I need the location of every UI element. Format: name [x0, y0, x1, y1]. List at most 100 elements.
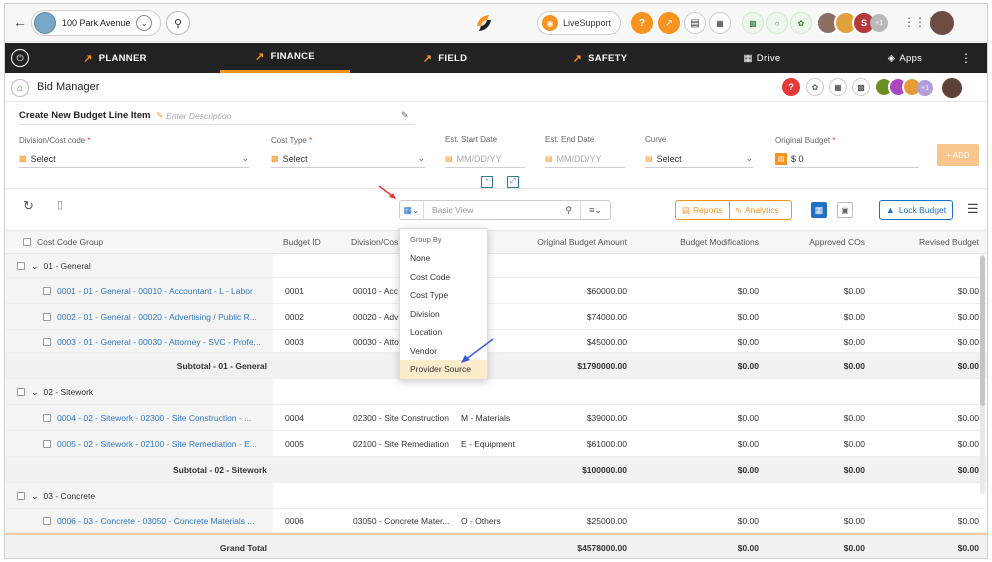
- profile-avatar[interactable]: [942, 78, 962, 98]
- lock-budget-button[interactable]: ▲ Lock Budget: [879, 200, 953, 220]
- row-checkbox[interactable]: [17, 262, 25, 270]
- back-arrow-icon[interactable]: ←: [13, 14, 27, 30]
- pencil-icon[interactable]: ✎: [401, 110, 409, 121]
- refresh-icon[interactable]: ↻: [23, 198, 34, 214]
- search-icon[interactable]: ⚲: [565, 205, 572, 216]
- column-header-approved-cos[interactable]: Approved COs: [765, 232, 865, 252]
- chevron-down-icon[interactable]: ⌄: [31, 387, 39, 398]
- column-header-original-budget[interactable]: Original Budget Amount: [505, 232, 627, 252]
- budget-id: 0003: [285, 336, 304, 347]
- curve-select[interactable]: ▤ Select ⌄: [645, 150, 753, 168]
- help-icon[interactable]: ?: [631, 12, 653, 34]
- project-selector[interactable]: 100 Park Avenue ⌄: [31, 10, 161, 36]
- row-checkbox[interactable]: [43, 440, 51, 448]
- tab-apps[interactable]: ◈ Apps: [875, 43, 935, 73]
- view-selector[interactable]: ▦⌄ Basic View ⚲ ≡⌄: [399, 200, 611, 220]
- group-label[interactable]: ⌄ 02 - Sitework: [17, 379, 93, 405]
- subtotal-label: Subtotal - 01 - General: [176, 361, 267, 371]
- column-header-budget-modifications[interactable]: Budget Modifications: [625, 232, 759, 252]
- tab-planner[interactable]: ↗ PLANNER: [65, 43, 165, 73]
- column-header-division[interactable]: Division/Cos: [351, 232, 398, 252]
- group-row[interactable]: ⌄ 03 - Concrete: [5, 483, 987, 509]
- spreadsheet-icon[interactable]: ▩: [742, 12, 764, 34]
- original-budget-input[interactable]: ▤ $ 0: [775, 150, 919, 168]
- dropdown-option-cost-code[interactable]: Cost Code: [400, 268, 487, 287]
- chat-icon[interactable]: ○: [766, 12, 788, 34]
- group-row[interactable]: ⌄ 02 - Sitework: [5, 379, 987, 405]
- costtype-select[interactable]: ▩ Select ⌄: [271, 150, 425, 168]
- column-header-revised-budget[interactable]: Revised Budget: [871, 232, 979, 252]
- cost-code-link[interactable]: 0002 - 01 - General - 00020 - Advertisin…: [43, 304, 267, 330]
- livesupport-icon: ◉: [542, 15, 558, 31]
- delete-icon[interactable]: ▯: [57, 198, 63, 211]
- cost-code-link[interactable]: 0005 - 02 - Sitework - 02100 - Site Reme…: [43, 431, 267, 457]
- table-row[interactable]: 0005 - 02 - Sitework - 02100 - Site Reme…: [5, 431, 987, 457]
- dropdown-option-cost-type[interactable]: Cost Type: [400, 286, 487, 305]
- row-checkbox[interactable]: [43, 287, 51, 295]
- table-row[interactable]: 0001 - 01 - General - 00010 - Accountant…: [5, 278, 987, 304]
- end-date-input[interactable]: ▤ MM/DD/YY: [545, 150, 625, 168]
- group-label[interactable]: ⌄ 01 - General: [17, 254, 91, 278]
- trend-icon[interactable]: ↗: [658, 12, 680, 34]
- table-row[interactable]: 0002 - 01 - General - 00020 - Advertisin…: [5, 304, 987, 330]
- scrollbar-thumb[interactable]: [980, 256, 985, 406]
- row-checkbox[interactable]: [43, 313, 51, 321]
- collapse-icon[interactable]: ⌃: [481, 176, 493, 188]
- filter-icon[interactable]: ≡⌄: [580, 201, 610, 219]
- table-view-icon[interactable]: ▦: [811, 202, 827, 218]
- chevron-down-icon[interactable]: ⌄: [31, 261, 39, 272]
- column-header-cost-code-group[interactable]: Cost Code Group: [23, 232, 103, 252]
- expand-icon[interactable]: ⤢: [507, 176, 519, 188]
- calendar-icon: ▤: [545, 154, 553, 163]
- group-label[interactable]: ⌄ 03 - Concrete: [17, 483, 95, 509]
- profile-avatar[interactable]: [930, 11, 954, 35]
- more-menu-icon[interactable]: ⋮: [960, 51, 972, 65]
- start-date-input[interactable]: ▤ MM/DD/YY: [445, 150, 525, 168]
- chevron-down-icon: ⌄: [417, 153, 425, 163]
- card-view-icon[interactable]: ▣: [837, 202, 853, 218]
- cost-code-link[interactable]: 0004 - 02 - Sitework - 02300 - Site Cons…: [43, 405, 267, 431]
- view-input[interactable]: Basic View: [432, 205, 473, 215]
- dropdown-option-none[interactable]: None: [400, 249, 487, 268]
- tab-finance[interactable]: ↗ FINANCE: [220, 43, 350, 73]
- row-checkbox[interactable]: [43, 337, 51, 346]
- row-checkbox[interactable]: [43, 517, 51, 525]
- add-button[interactable]: + ADD: [937, 144, 979, 166]
- row-checkbox[interactable]: [17, 388, 25, 396]
- document-icon[interactable]: ▦: [709, 12, 731, 34]
- tab-safety[interactable]: ↗ SAFETY: [545, 43, 655, 73]
- sync-icon[interactable]: ✿: [806, 78, 824, 96]
- livesupport-button[interactable]: ◉ LiveSupport: [537, 11, 621, 35]
- row-checkbox[interactable]: [43, 414, 51, 422]
- search-icon[interactable]: ⚲: [166, 11, 190, 35]
- cost-code-link[interactable]: 0006 - 03 - Concrete - 03050 - Concrete …: [43, 509, 267, 533]
- chevron-down-icon[interactable]: ⌄: [31, 491, 39, 502]
- tab-field[interactable]: ↗ FIELD: [395, 43, 495, 73]
- select-all-checkbox[interactable]: [23, 238, 31, 246]
- analytics-button[interactable]: ∿ Analytics: [730, 201, 784, 219]
- cost-code-link[interactable]: 0001 - 01 - General - 00010 - Accountant…: [43, 278, 267, 304]
- table-icon[interactable]: ▩: [852, 78, 870, 96]
- division-select[interactable]: ▩ Select ⌄: [19, 150, 249, 168]
- group-by-icon[interactable]: ▦⌄: [400, 201, 424, 219]
- avatar-count-badge[interactable]: +1: [870, 14, 888, 32]
- clipboard-icon[interactable]: ▤: [684, 12, 706, 34]
- tab-drive[interactable]: ▦ Drive: [727, 43, 797, 73]
- group-row[interactable]: ⌄ 01 - General: [5, 254, 987, 278]
- hamburger-menu-icon[interactable]: ☰: [967, 201, 979, 217]
- table-row[interactable]: 0006 - 03 - Concrete - 03050 - Concrete …: [5, 509, 987, 533]
- column-header-budget-id[interactable]: Budget ID: [283, 232, 321, 252]
- description-input[interactable]: Enter Description: [166, 111, 231, 121]
- reports-button[interactable]: ▤ Reports: [676, 201, 730, 219]
- row-checkbox[interactable]: [17, 492, 25, 500]
- document-icon[interactable]: ▦: [829, 78, 847, 96]
- chevron-down-icon[interactable]: ⌄: [136, 15, 153, 31]
- avatar-count-badge[interactable]: +1: [917, 80, 933, 96]
- table-row[interactable]: 0004 - 02 - Sitework - 02300 - Site Cons…: [5, 405, 987, 431]
- cost-code-link[interactable]: 0003 - 01 - General - 00030 - Attorney -…: [43, 330, 267, 353]
- dropdown-option-division[interactable]: Division: [400, 305, 487, 324]
- sync-icon[interactable]: ✿: [790, 12, 812, 34]
- power-icon[interactable]: ⏻: [11, 49, 29, 67]
- help-icon[interactable]: ?: [782, 78, 800, 96]
- home-icon[interactable]: ⌂: [11, 79, 29, 97]
